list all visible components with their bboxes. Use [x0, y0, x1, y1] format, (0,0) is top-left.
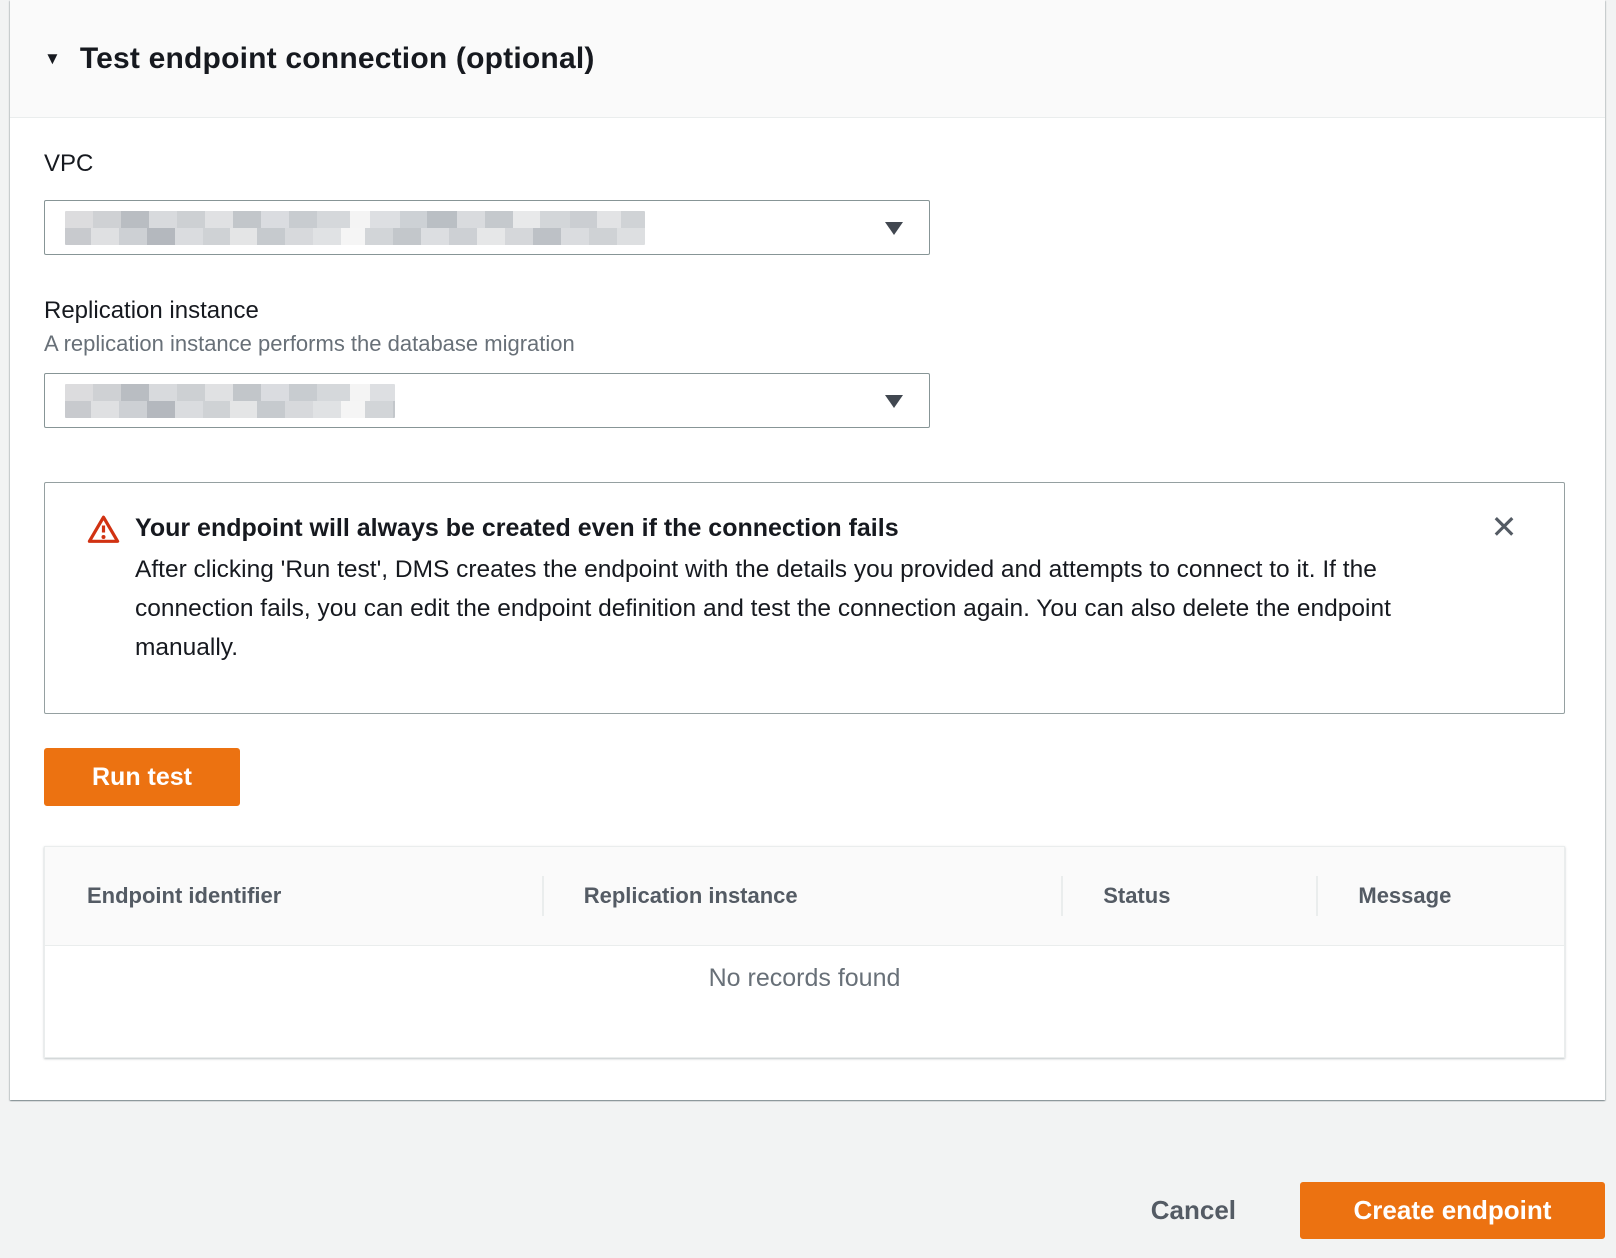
table-header-row: Endpoint identifier Replication instance…	[45, 847, 1564, 946]
warning-title: Your endpoint will always be created eve…	[135, 511, 1474, 545]
section-title: Test endpoint connection (optional)	[80, 42, 595, 76]
collapse-triangle-icon: ▼	[44, 50, 61, 67]
run-test-button[interactable]: Run test	[44, 748, 240, 806]
connection-results-table: Endpoint identifier Replication instance…	[44, 846, 1565, 1058]
dropdown-arrow-icon	[885, 395, 903, 408]
column-header-replication-instance[interactable]: Replication instance	[542, 883, 1061, 909]
vpc-label: VPC	[44, 150, 1565, 178]
column-header-endpoint-identifier[interactable]: Endpoint identifier	[45, 883, 542, 909]
redacted-vpc-value	[65, 211, 645, 245]
cancel-button[interactable]: Cancel	[1151, 1195, 1236, 1226]
warning-body-text: After clicking 'Run test', DMS creates t…	[135, 550, 1445, 667]
create-endpoint-button[interactable]: Create endpoint	[1300, 1182, 1605, 1239]
dropdown-arrow-icon	[885, 222, 903, 235]
column-header-message[interactable]: Message	[1316, 883, 1564, 909]
replication-instance-select[interactable]	[44, 373, 930, 428]
replication-instance-label: Replication instance	[44, 297, 1565, 325]
test-endpoint-connection-section: ▼ Test endpoint connection (optional) VP…	[10, 0, 1605, 1100]
section-body: VPC Replication instance A replication i…	[10, 150, 1605, 1058]
empty-state-message: No records found	[45, 946, 1564, 993]
close-icon[interactable]: ✕	[1484, 507, 1524, 547]
redacted-replication-instance-value	[65, 384, 395, 418]
column-header-status[interactable]: Status	[1061, 883, 1316, 909]
warning-triangle-icon	[87, 511, 135, 685]
replication-instance-description: A replication instance performs the data…	[44, 331, 1565, 357]
vpc-select[interactable]	[44, 200, 930, 255]
endpoint-warning-alert: Your endpoint will always be created eve…	[44, 482, 1565, 714]
form-footer-actions: Cancel Create endpoint	[1151, 1182, 1605, 1239]
section-header[interactable]: ▼ Test endpoint connection (optional)	[10, 0, 1605, 118]
